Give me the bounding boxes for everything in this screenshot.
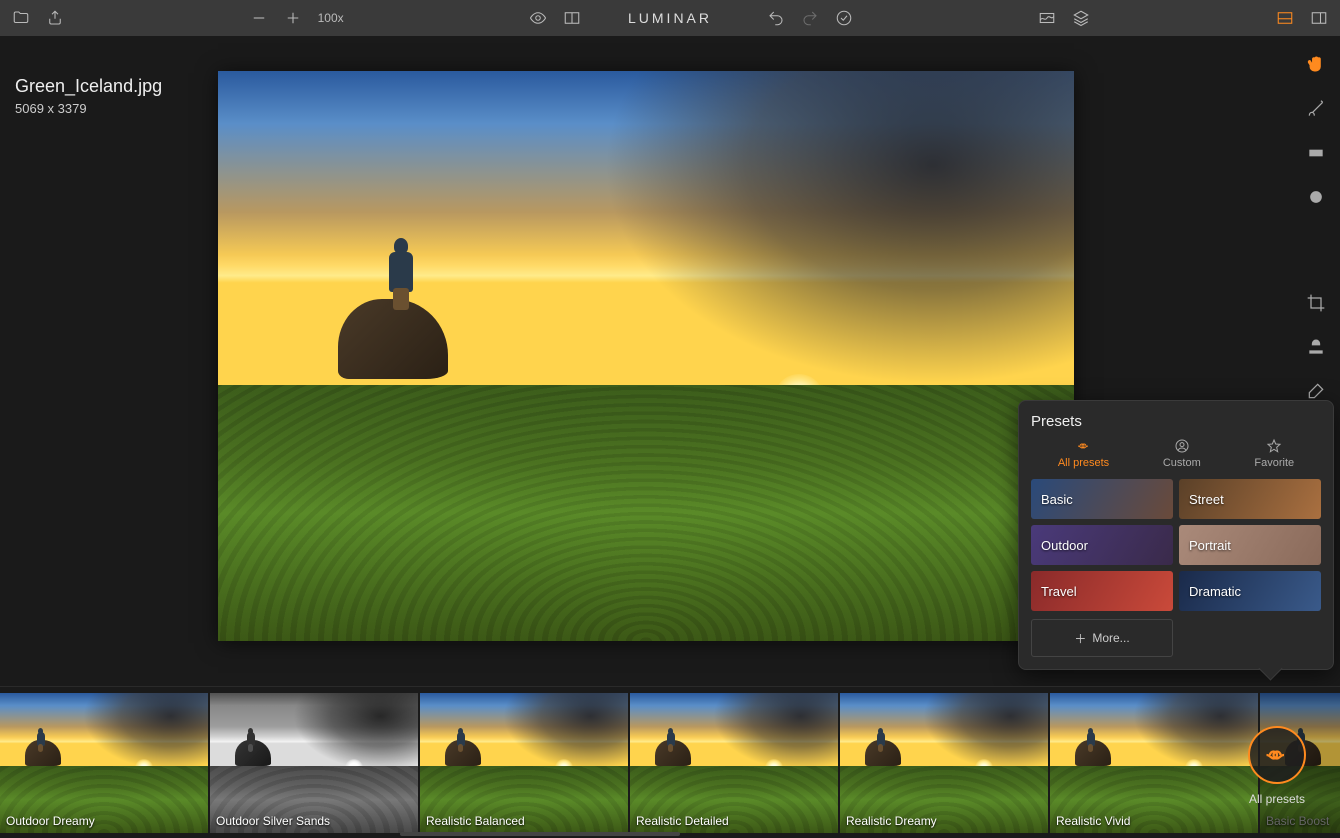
preset-thumb[interactable]: Outdoor Silver Sands [210, 693, 418, 833]
preset-category-street[interactable]: Street [1179, 479, 1321, 519]
side-panel-icon[interactable] [1310, 9, 1328, 27]
share-icon[interactable] [46, 9, 64, 27]
all-presets-button[interactable]: All presets [1248, 726, 1306, 806]
zoom-in-icon[interactable] [284, 9, 302, 27]
preset-thumb[interactable]: Outdoor Dreamy [0, 693, 208, 833]
tab-favorite[interactable]: Favorite [1254, 438, 1294, 469]
histogram-icon[interactable] [1038, 9, 1056, 27]
file-info: Green_Iceland.jpg 5069 x 3379 [15, 76, 162, 116]
layers-icon[interactable] [1072, 9, 1090, 27]
hand-tool-icon[interactable] [1305, 54, 1327, 76]
preset-category-outdoor[interactable]: Outdoor [1031, 525, 1173, 565]
file-dimensions: 5069 x 3379 [15, 101, 162, 116]
preset-filmstrip[interactable]: Outdoor Dreamy Outdoor Silver Sands Real… [0, 686, 1340, 838]
preset-category-portrait[interactable]: Portrait [1179, 525, 1321, 565]
filmstrip-scrollbar[interactable] [400, 832, 680, 836]
infinity-icon [1076, 438, 1092, 454]
redo-icon[interactable] [801, 9, 819, 27]
history-check-icon[interactable] [835, 9, 853, 27]
preset-category-dramatic[interactable]: Dramatic [1179, 571, 1321, 611]
plus-icon: ＋ [1074, 630, 1086, 647]
preset-thumb[interactable]: Realistic Balanced [420, 693, 628, 833]
undo-icon[interactable] [767, 9, 785, 27]
crop-tool-icon[interactable] [1305, 292, 1327, 314]
file-name: Green_Iceland.jpg [15, 76, 162, 97]
app-title: LUMINAR [628, 10, 712, 26]
preset-thumb[interactable]: Realistic Detailed [630, 693, 838, 833]
presets-popover: Presets All presets Custom Favorite Basi… [1018, 400, 1334, 670]
top-toolbar: 100x LUMINAR [0, 0, 1340, 36]
zoom-out-icon[interactable] [250, 9, 268, 27]
zoom-level[interactable]: 100x [318, 11, 344, 25]
preset-category-basic[interactable]: Basic [1031, 479, 1173, 519]
image-canvas[interactable] [218, 71, 1074, 641]
star-icon [1266, 438, 1282, 454]
more-presets-button[interactable]: ＋ More... [1031, 619, 1173, 657]
preview-eye-icon[interactable] [529, 9, 547, 27]
tab-custom[interactable]: Custom [1163, 438, 1201, 469]
preset-thumb[interactable]: Realistic Vivid [1050, 693, 1258, 833]
compare-split-icon[interactable] [563, 9, 581, 27]
infinity-icon [1248, 726, 1306, 784]
radial-tool-icon[interactable] [1305, 186, 1327, 208]
clone-stamp-icon[interactable] [1305, 336, 1327, 358]
tab-all-presets[interactable]: All presets [1058, 438, 1109, 469]
presets-panel-icon[interactable] [1276, 9, 1294, 27]
eraser-tool-icon[interactable] [1305, 380, 1327, 402]
preset-category-travel[interactable]: Travel [1031, 571, 1173, 611]
user-circle-icon [1174, 438, 1190, 454]
presets-title: Presets [1031, 413, 1321, 430]
gradient-tool-icon[interactable] [1305, 142, 1327, 164]
preset-thumb[interactable]: Realistic Dreamy [840, 693, 1048, 833]
open-folder-icon[interactable] [12, 9, 30, 27]
brush-tool-icon[interactable] [1305, 98, 1327, 120]
